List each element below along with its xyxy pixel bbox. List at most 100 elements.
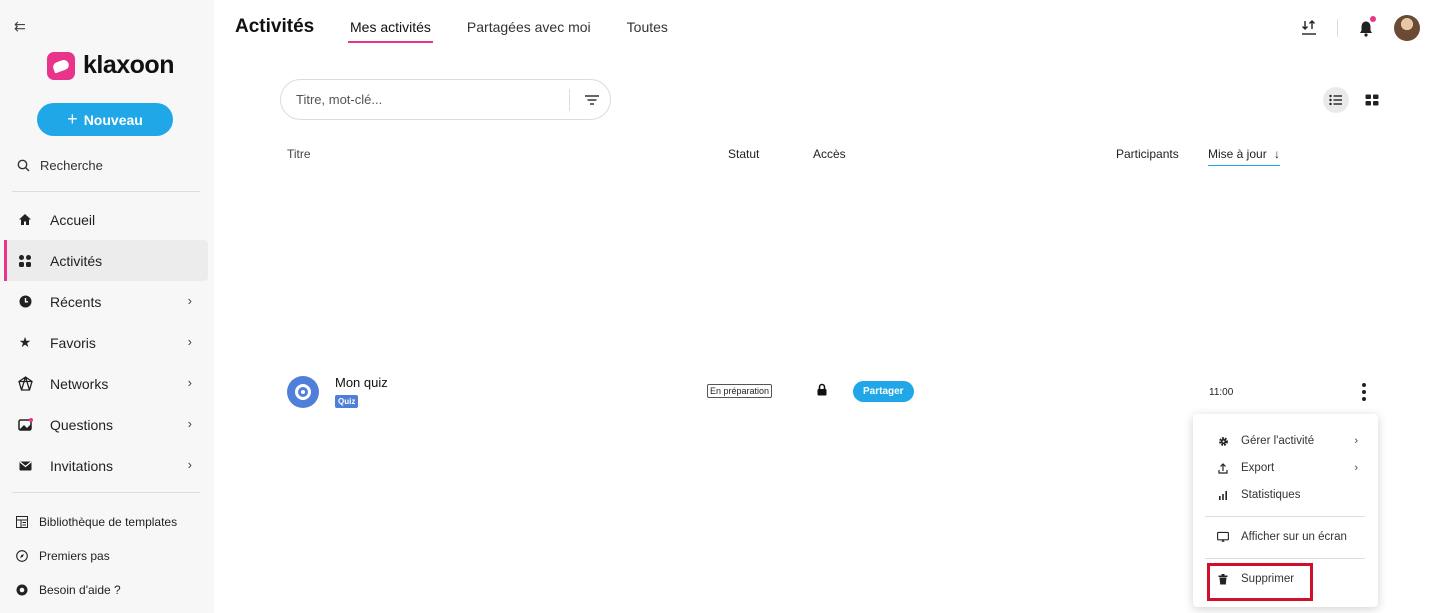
help-icon [15, 584, 29, 596]
column-header-status[interactable]: Statut [728, 147, 759, 161]
sidebar-item-label: Networks [50, 375, 109, 392]
brand-name: klaxoon [83, 51, 174, 79]
sidebar-item-recents[interactable]: Récents › [4, 281, 208, 322]
new-button[interactable]: + Nouveau [37, 103, 173, 136]
menu-separator [1205, 558, 1365, 559]
search-separator [569, 89, 570, 111]
sidebar-item-label: Favoris [50, 334, 96, 351]
sidebar-search[interactable]: Recherche [17, 158, 103, 173]
import-export-icon[interactable] [1295, 14, 1323, 42]
sidebar-bottom-links: Bibliothèque de templates Premiers pas B… [15, 505, 177, 607]
menu-item-label: Gérer l'activité [1241, 435, 1315, 447]
column-header-updated[interactable]: Mise à jour ↓ [1208, 147, 1281, 166]
envelope-icon [16, 461, 34, 471]
column-header-access[interactable]: Accès [813, 147, 846, 161]
chevron-right-icon: › [187, 293, 192, 308]
plus-icon: + [67, 109, 78, 129]
template-icon [15, 516, 29, 528]
sort-down-arrow-icon: ↓ [1274, 147, 1281, 161]
share-button[interactable]: Partager [853, 381, 914, 402]
header-separator [1337, 19, 1338, 37]
notification-dot [1370, 16, 1376, 22]
menu-item-statistics[interactable]: Statistiques [1193, 482, 1378, 508]
brand-logo[interactable]: klaxoon [47, 51, 174, 80]
tab-toutes[interactable]: Toutes [625, 19, 670, 43]
sidebar-item-label: Activités [50, 252, 103, 269]
column-header-title[interactable]: Titre [287, 147, 311, 161]
bottom-link-label: Besoin d'aide ? [39, 583, 121, 597]
sidebar-item-label: Récents [50, 293, 102, 310]
collapse-sidebar-icon[interactable]: ⇇ [14, 18, 26, 35]
sidebar-item-favoris[interactable]: ★ Favoris › [4, 322, 208, 363]
sidebar-divider [12, 191, 200, 192]
activity-search [280, 79, 611, 120]
grid-icon [16, 254, 34, 268]
sidebar-nav: Accueil Activités Récents › ★ Favoris › … [4, 199, 208, 486]
chevron-right-icon: › [1354, 462, 1358, 474]
activity-type-badge: Quiz [335, 395, 359, 408]
filter-icon[interactable] [584, 90, 600, 115]
status-badge: En préparation [707, 384, 773, 398]
list-view-icon[interactable] [1323, 87, 1349, 113]
activity-name[interactable]: Mon quiz [335, 375, 388, 390]
tab-mes-activites[interactable]: Mes activités [348, 19, 433, 43]
search-input[interactable] [296, 92, 566, 107]
updated-time: 11:00 [1209, 387, 1234, 398]
sidebar-item-label: Questions [50, 416, 114, 433]
column-header-participants[interactable]: Participants [1116, 147, 1179, 161]
sidebar-item-invitations[interactable]: Invitations › [4, 445, 208, 486]
user-avatar[interactable] [1394, 15, 1420, 41]
quiz-activity-icon [287, 376, 319, 408]
menu-item-export[interactable]: Export › [1193, 455, 1378, 481]
menu-item-label: Export [1241, 462, 1275, 474]
bottom-link-label: Premiers pas [39, 549, 110, 563]
chevron-right-icon: › [187, 457, 192, 472]
new-button-label: Nouveau [83, 111, 143, 128]
chevron-right-icon: › [1354, 435, 1358, 447]
menu-item-label: Afficher sur un écran [1241, 531, 1347, 543]
chevron-right-icon: › [187, 416, 192, 431]
sidebar-search-label: Recherche [40, 158, 103, 173]
grid-view-icon[interactable] [1359, 87, 1385, 113]
templates-library-link[interactable]: Bibliothèque de templates [15, 505, 177, 539]
compass-icon [15, 550, 29, 562]
stats-icon [1217, 490, 1229, 500]
star-icon: ★ [18, 334, 32, 350]
sidebar-item-label: Accueil [50, 211, 96, 228]
sidebar-item-accueil[interactable]: Accueil [4, 199, 208, 240]
chevron-right-icon: › [187, 334, 192, 349]
screen-icon [1217, 531, 1229, 543]
more-options-icon[interactable] [1353, 378, 1375, 406]
activity-tabs: Mes activités Partagées avec moi Toutes [348, 19, 702, 43]
delete-highlight-box [1207, 563, 1313, 601]
help-link[interactable]: Besoin d'aide ? [15, 573, 177, 607]
chevron-right-icon: › [187, 375, 192, 390]
notifications-bell-icon[interactable] [1352, 14, 1380, 42]
network-icon [16, 376, 34, 391]
search-icon [17, 159, 30, 172]
gear-icon [1217, 436, 1229, 447]
menu-separator [1205, 516, 1365, 517]
clock-icon [16, 295, 34, 308]
sidebar: ⇇ klaxoon + Nouveau Recherche Accueil Ac… [0, 0, 214, 613]
view-toggle [1323, 87, 1385, 113]
sidebar-item-networks[interactable]: Networks › [4, 363, 208, 404]
column-header-updated-label: Mise à jour [1208, 147, 1267, 161]
menu-item-manage-activity[interactable]: Gérer l'activité › [1193, 428, 1378, 454]
export-icon [1217, 462, 1229, 474]
header-actions [1295, 14, 1420, 42]
bottom-link-label: Bibliothèque de templates [39, 515, 178, 529]
sidebar-item-label: Invitations [50, 457, 114, 474]
sidebar-item-questions[interactable]: Questions › [4, 404, 208, 445]
getting-started-link[interactable]: Premiers pas [15, 539, 177, 573]
menu-item-label: Statistiques [1241, 489, 1301, 501]
home-icon [16, 213, 34, 226]
klaxoon-logo-icon [47, 51, 75, 80]
lock-icon [817, 383, 827, 401]
menu-item-display-on-screen[interactable]: Afficher sur un écran [1193, 524, 1378, 550]
sidebar-divider [12, 492, 200, 493]
question-box-icon [16, 418, 34, 431]
sidebar-item-activites[interactable]: Activités [4, 240, 208, 281]
tab-partagees-avec-moi[interactable]: Partagées avec moi [465, 19, 593, 43]
page-title: Activités [235, 16, 315, 37]
